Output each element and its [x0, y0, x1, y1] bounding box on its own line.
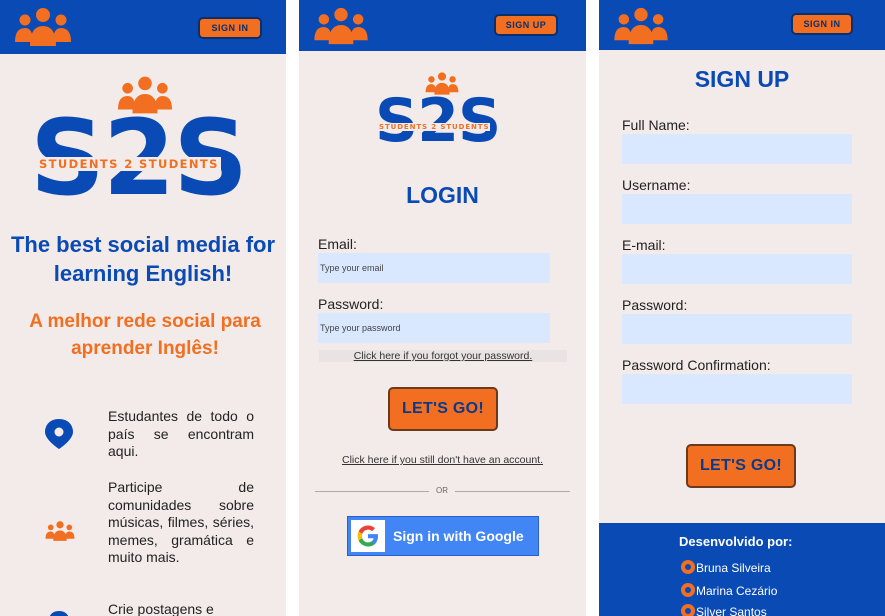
full-name-label: Full Name:	[622, 117, 690, 133]
footer-title: Desenvolvido por:	[679, 534, 793, 549]
developer-link[interactable]: Silver Santos	[681, 604, 767, 616]
google-button-label: Sign in with Google	[393, 528, 524, 544]
username-field[interactable]	[622, 194, 852, 224]
sign-up-button[interactable]: SIGN UP	[494, 14, 558, 36]
password-field[interactable]	[622, 314, 852, 344]
feature-text: Estudantes de todo o país se encontram a…	[108, 408, 254, 459]
login-submit-button[interactable]: LET'S GO!	[388, 387, 498, 431]
page-title: SIGN UP	[694, 66, 790, 92]
forgot-password-link[interactable]: Click here if you forgot your password.	[319, 350, 567, 362]
email-field[interactable]	[318, 253, 550, 283]
logo-text: S2S	[375, 86, 501, 156]
footer: Desenvolvido por: Bruna Silveira Marina …	[599, 523, 885, 616]
feature-text: Crie postagens e	[108, 601, 214, 616]
email-field[interactable]	[622, 254, 852, 284]
github-icon	[681, 604, 695, 616]
email-label: E-mail:	[622, 237, 666, 253]
page-title: LOGIN	[406, 182, 479, 208]
home-screen: SIGN IN S2S STUDENTS 2 STUDENTS The best…	[0, 0, 286, 616]
signup-submit-button[interactable]: LET'S GO!	[686, 444, 796, 488]
people-group-icon[interactable]	[313, 6, 369, 51]
top-navbar: SIGN IN	[599, 0, 885, 50]
top-navbar: SIGN UP	[299, 0, 586, 51]
password-confirmation-field[interactable]	[622, 374, 852, 404]
developer-link[interactable]: Marina Cezário	[681, 583, 777, 598]
github-icon	[681, 583, 695, 597]
google-sign-in-button[interactable]: Sign in with Google	[347, 516, 539, 556]
github-icon	[681, 560, 695, 574]
developer-link[interactable]: Bruna Silveira	[681, 560, 771, 575]
headline-portuguese: A melhor rede social para aprender Inglê…	[29, 311, 261, 359]
feature-text: Participe de comunidades sobre músicas, …	[108, 479, 254, 565]
location-pin-icon	[48, 610, 70, 616]
location-pin-icon	[44, 418, 74, 455]
email-label: Email:	[318, 236, 357, 252]
divider	[315, 491, 429, 492]
people-group-icon[interactable]	[14, 6, 72, 53]
password-label: Password:	[622, 297, 688, 313]
logo-tagline: STUDENTS 2 STUDENTS	[37, 157, 221, 171]
top-navbar: SIGN IN	[0, 0, 286, 54]
sign-in-button[interactable]: SIGN IN	[791, 13, 853, 35]
logo-tagline: STUDENTS 2 STUDENTS	[378, 123, 491, 131]
username-label: Username:	[622, 177, 691, 193]
create-account-link[interactable]: Click here if you still don't have an ac…	[299, 454, 586, 466]
password-confirmation-label: Password Confirmation:	[622, 357, 771, 373]
people-group-icon	[45, 516, 75, 551]
people-group-icon[interactable]	[613, 6, 669, 51]
divider-label: OR	[436, 486, 448, 495]
password-label: Password:	[318, 296, 384, 312]
full-name-field[interactable]	[622, 134, 852, 164]
password-field[interactable]	[318, 313, 550, 343]
signup-screen: SIGN IN SIGN UP Full Name: Username: E-m…	[599, 0, 885, 616]
google-logo-icon	[351, 520, 385, 552]
headline-english: The best social media for learning Engli…	[10, 232, 276, 286]
sign-in-button[interactable]: SIGN IN	[198, 17, 262, 39]
divider	[455, 491, 570, 492]
